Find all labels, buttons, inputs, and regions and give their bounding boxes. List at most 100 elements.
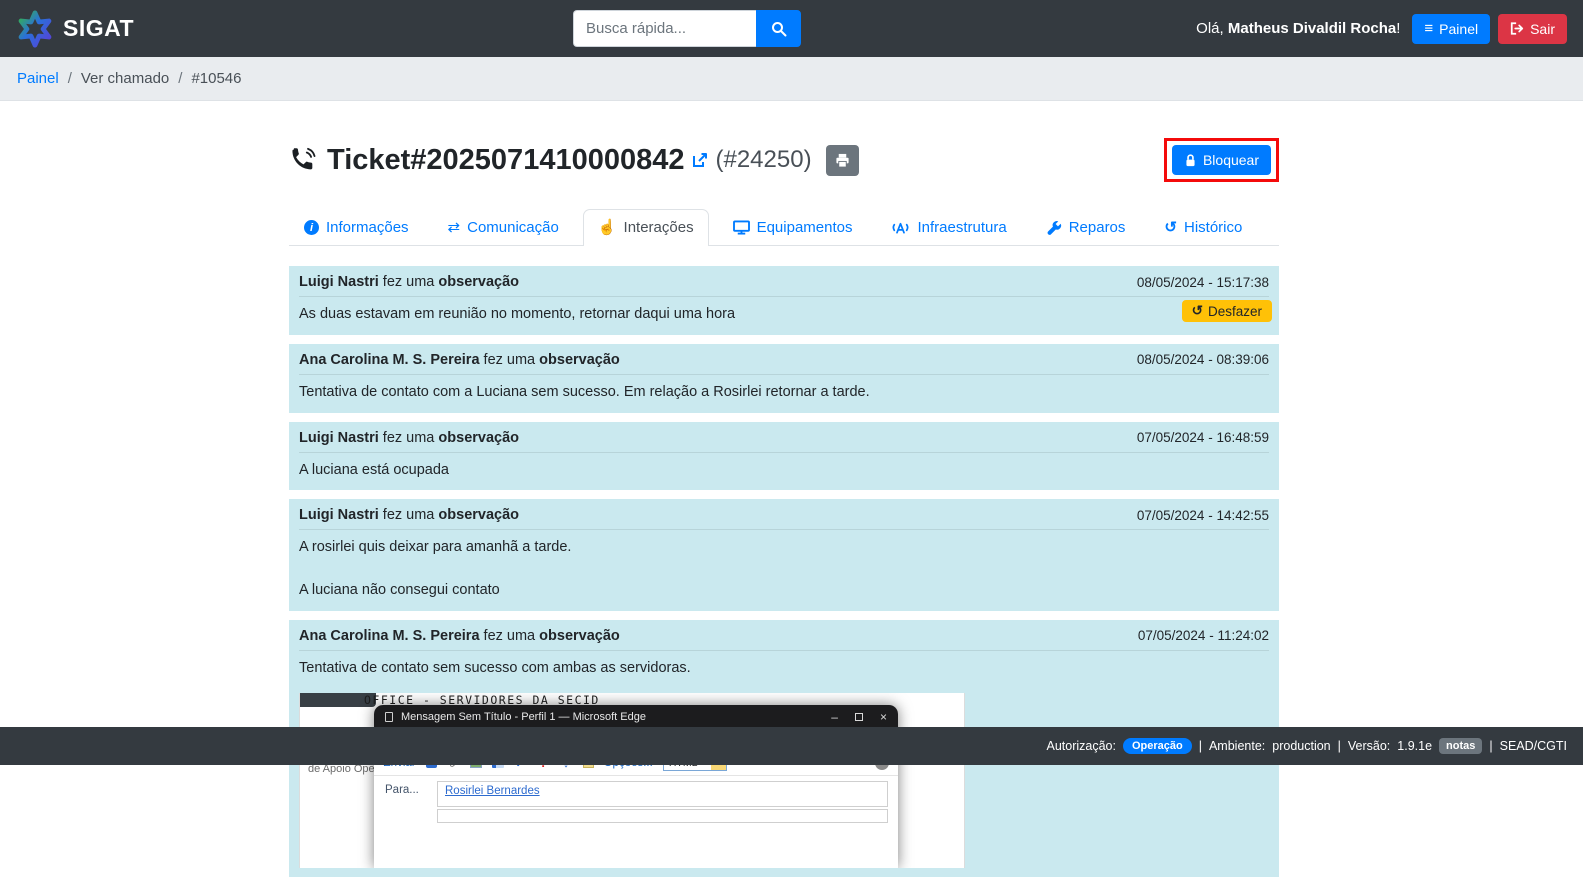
author-name: Ana Carolina M. S. Pereira xyxy=(299,352,480,368)
logout-button[interactable]: Sair xyxy=(1498,14,1567,44)
tab-label: Infraestrutura xyxy=(917,219,1006,236)
auth-label: Autorização: xyxy=(1046,739,1115,753)
breadcrumb-section: Ver chamado xyxy=(81,70,169,87)
interaction-timestamp: 08/05/2024 - 15:17:38 xyxy=(1137,275,1269,290)
tab-reparos[interactable]: Reparos xyxy=(1031,209,1141,245)
greeting-suffix: ! xyxy=(1396,20,1400,37)
action-type: observação xyxy=(438,430,519,446)
interaction-header: Ana Carolina M. S. Pereira fez uma obser… xyxy=(299,624,1269,651)
interaction-timestamp: 07/05/2024 - 11:24:02 xyxy=(1138,628,1269,643)
signal-a-icon xyxy=(891,220,910,235)
exchange-arrows-icon: ⇄ xyxy=(448,220,461,235)
notes-badge[interactable]: notas xyxy=(1439,738,1482,754)
history-icon: ↺ xyxy=(1164,220,1177,235)
action-text: fez uma xyxy=(383,430,435,446)
greeting-prefix: Olá, xyxy=(1196,20,1224,37)
print-button[interactable] xyxy=(826,145,859,176)
logout-button-label: Sair xyxy=(1530,21,1555,37)
user-name: Matheus Divaldil Rocha xyxy=(1228,20,1396,37)
edge-subject-field xyxy=(437,809,888,823)
breadcrumb-separator: / xyxy=(68,70,72,87)
interaction-timestamp: 08/05/2024 - 08:39:06 xyxy=(1137,352,1269,367)
ticket-title-row: Ticket#2025071410000842 (#24250) xyxy=(289,138,1279,182)
search-input[interactable] xyxy=(573,10,756,47)
sigat-star-icon xyxy=(16,10,54,48)
window-controls: – × xyxy=(831,710,887,724)
external-link-icon[interactable] xyxy=(691,151,709,169)
interaction-author-line: Luigi Nastri fez uma observação xyxy=(299,274,519,290)
env-label: Ambiente: xyxy=(1209,739,1265,753)
block-button[interactable]: Bloquear xyxy=(1172,145,1271,175)
panel-button-label: Painel xyxy=(1439,21,1478,37)
action-text: fez uma xyxy=(484,628,536,644)
user-greeting: Olá, Matheus Divaldil Rocha! xyxy=(1196,20,1400,37)
interaction-text: A luciana não consegui contato xyxy=(299,580,1269,602)
author-name: Ana Carolina M. S. Pereira xyxy=(299,628,480,644)
interaction-entry: Luigi Nastri fez uma observação 08/05/20… xyxy=(289,266,1279,335)
phone-volume-icon xyxy=(289,147,316,174)
annotation-highlight-box: Bloquear xyxy=(1164,138,1279,182)
footer-separator: | xyxy=(1489,739,1492,753)
sign-out-icon xyxy=(1510,22,1524,35)
tab-historico[interactable]: ↺ Histórico xyxy=(1149,209,1257,245)
tab-informacoes[interactable]: i Informações xyxy=(289,209,424,245)
ticket-tabs: i Informações ⇄ Comunicação ☝ Interações… xyxy=(289,209,1279,246)
interaction-header: Ana Carolina M. S. Pereira fez uma obser… xyxy=(299,348,1269,375)
tab-interacoes[interactable]: ☝ Interações xyxy=(583,209,709,246)
tab-equipamentos[interactable]: Equipamentos xyxy=(718,209,868,245)
breadcrumb-ticket-id: #10546 xyxy=(191,70,241,87)
author-name: Luigi Nastri xyxy=(299,430,379,446)
interaction-author-line: Luigi Nastri fez uma observação xyxy=(299,430,519,446)
action-text: fez uma xyxy=(383,507,435,523)
interaction-text: A rosirlei quis deixar para amanhã a tar… xyxy=(299,537,1269,559)
edge-to-row: Para... Rosirlei Bernardes xyxy=(374,776,898,807)
tab-infraestrutura[interactable]: Infraestrutura xyxy=(876,209,1021,245)
interaction-header: Luigi Nastri fez uma observação 07/05/20… xyxy=(299,503,1269,530)
interaction-body: As duas estavam em reunião no momento, r… xyxy=(299,297,1269,326)
interaction-text: A luciana está ocupada xyxy=(299,460,1269,482)
info-icon: i xyxy=(304,220,319,235)
undo-icon: ↺ xyxy=(1192,303,1203,319)
interaction-header: Luigi Nastri fez uma observação 08/05/20… xyxy=(299,270,1269,297)
edge-window-title: Mensagem Sem Título - Perfil 1 — Microso… xyxy=(401,711,823,723)
footer-separator: | xyxy=(1338,739,1341,753)
tab-label: Interações xyxy=(624,219,694,236)
undo-button[interactable]: ↺ Desfazer xyxy=(1182,300,1272,322)
quick-search xyxy=(573,10,801,47)
breadcrumb-separator: / xyxy=(178,70,182,87)
printer-icon xyxy=(835,153,850,168)
panel-button[interactable]: ≡ Painel xyxy=(1412,14,1490,44)
tab-comunicacao[interactable]: ⇄ Comunicação xyxy=(433,209,574,245)
interaction-text: Tentativa de contato com a Luciana sem s… xyxy=(299,382,1269,404)
block-button-label: Bloquear xyxy=(1203,152,1259,168)
hamburger-icon: ≡ xyxy=(1424,21,1433,36)
search-button[interactable] xyxy=(756,10,801,47)
top-navbar: SIGAT Olá, Matheus Divaldil Rocha! ≡ Pai… xyxy=(0,0,1583,57)
author-name: Luigi Nastri xyxy=(299,274,379,290)
interaction-entry: Ana Carolina M. S. Pereira fez uma obser… xyxy=(289,344,1279,413)
interaction-text: Tentativa de contato sem sucesso com amb… xyxy=(299,658,1269,680)
document-icon xyxy=(385,712,393,722)
interaction-body: Tentativa de contato sem sucesso com amb… xyxy=(299,651,1269,680)
app-logo[interactable]: SIGAT xyxy=(16,10,134,48)
monitor-icon xyxy=(733,220,750,235)
maximize-icon xyxy=(855,713,863,721)
breadcrumb-painel-link[interactable]: Painel xyxy=(17,70,59,87)
interaction-timestamp: 07/05/2024 - 14:42:55 xyxy=(1137,508,1269,523)
tab-label: Equipamentos xyxy=(757,219,853,236)
main-content: Ticket#2025071410000842 (#24250) xyxy=(289,138,1279,877)
attachment-screenshot: OFFICE - SERVIDORES DA SECID sorocaba.sp… xyxy=(299,693,965,868)
hand-pointer-icon: ☝ xyxy=(598,220,617,235)
undo-button-label: Desfazer xyxy=(1208,304,1262,319)
action-type: observação xyxy=(539,628,620,644)
search-icon xyxy=(771,21,787,37)
tab-label: Informações xyxy=(326,219,409,236)
footer-separator: | xyxy=(1199,739,1202,753)
tab-label: Reparos xyxy=(1069,219,1126,236)
interactions-list: Luigi Nastri fez uma observação 08/05/20… xyxy=(289,266,1279,877)
footer-bar: Autorização: Operação | Ambiente: produc… xyxy=(0,727,1583,765)
version-label: Versão: xyxy=(1348,739,1390,753)
action-text: fez uma xyxy=(383,274,435,290)
interaction-body: A rosirlei quis deixar para amanhã a tar… xyxy=(299,530,1269,602)
action-type: observação xyxy=(438,274,519,290)
